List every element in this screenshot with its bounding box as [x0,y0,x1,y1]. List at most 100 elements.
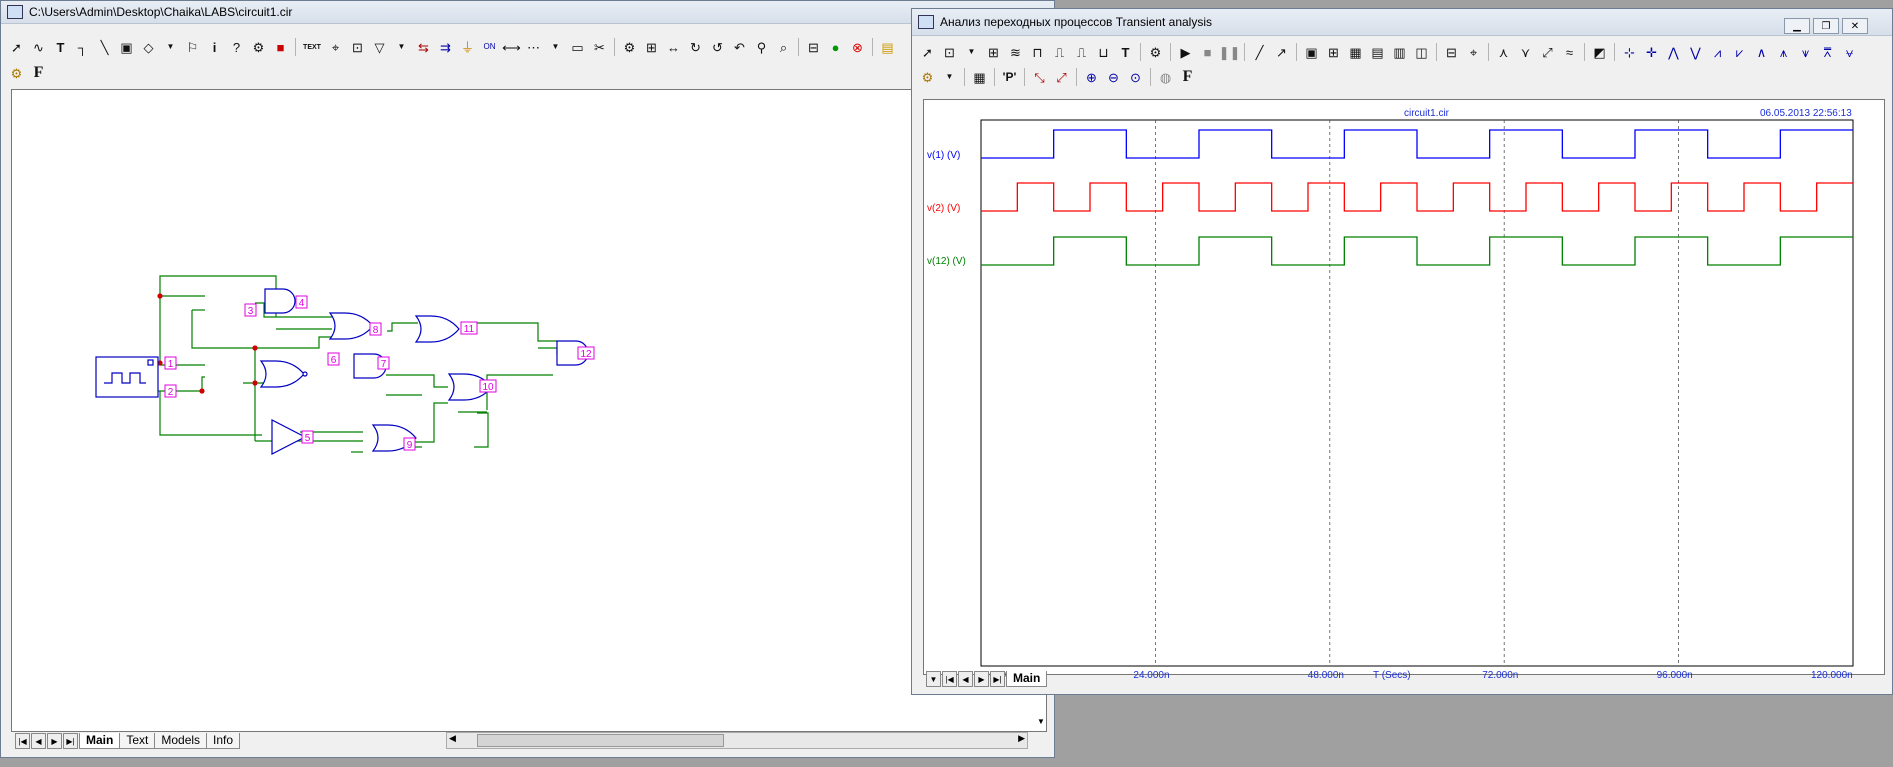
low-icon[interactable]: ⩗ [1730,43,1749,62]
crosshair-icon[interactable]: ⌖ [1464,43,1483,62]
font-button[interactable]: F [1178,68,1197,87]
scrollbar-thumb[interactable] [477,734,724,747]
palette-icon[interactable]: ◍ [1156,68,1175,87]
flip-icon[interactable]: ↔ [664,38,683,57]
help-icon[interactable]: ? [227,38,246,57]
properties-icon[interactable]: ⚙ [1146,43,1165,62]
tab-main[interactable]: Main [79,733,121,749]
pin-connection-icon[interactable]: ⟷ [502,38,521,57]
valley-icon[interactable]: ⋎ [1516,43,1535,62]
digital-icon[interactable]: ⎍ [1050,43,1069,62]
split-icon[interactable]: ⊟ [1442,43,1461,62]
step-icon[interactable]: ⎍ [1072,43,1091,62]
current-icon[interactable]: ⇉ [436,38,455,57]
dropdown-arrow-icon[interactable]: ▼ [926,671,941,687]
scale-icon[interactable]: ⊞ [984,43,1003,62]
top-icon[interactable]: ⩞ [1818,43,1837,62]
orthogonal-wire-icon[interactable]: ┐ [73,38,92,57]
dropdown-arrow-icon[interactable]: ▼ [392,38,411,57]
minimize-icon[interactable]: ▁ [1784,18,1810,34]
first-page-icon[interactable]: |◀ [15,733,30,749]
restore-icon[interactable]: ❐ [1813,18,1839,34]
layout-icon[interactable]: ⊞ [642,38,661,57]
text-tool-icon[interactable]: T [51,38,70,57]
grid-full-icon[interactable]: ▦ [1346,43,1365,62]
grid-icon[interactable]: ⋯ [524,38,543,57]
select-arrow-icon[interactable]: ➚ [7,38,26,57]
dropdown-arrow-icon[interactable]: ▼ [940,68,959,87]
scroll-left-icon[interactable]: ◀ [449,733,456,744]
horizontal-scrollbar[interactable]: ◀ ▶ [446,732,1028,749]
color-icon[interactable]: ■ [271,38,290,57]
run-icon[interactable]: ● [826,38,845,57]
first-page-icon[interactable]: |◀ [942,671,957,687]
bus-icon[interactable]: ⊓ [1028,43,1047,62]
text-tool-icon[interactable]: T [1116,43,1135,62]
info-icon[interactable]: i [205,38,224,57]
zoom-fit-icon[interactable]: ⊙ [1126,68,1145,87]
plot-area[interactable]: circuit1.cir 06.05.2013 22:56:13 v(1) (V… [923,99,1885,681]
columns-icon[interactable]: ◫ [1412,43,1431,62]
schematic-canvas[interactable]: 1 2 3 4 5 6 7 8 9 10 11 12 [11,89,1047,732]
select-arrow-icon[interactable]: ➚ [918,43,937,62]
font-button[interactable]: F [29,64,48,83]
pause-icon[interactable]: ❚❚ [1219,43,1241,62]
slope-icon[interactable]: ⤢ [1538,43,1557,62]
wire-wave-icon[interactable]: ∿ [29,38,48,57]
cursor-right-icon[interactable]: ✛ [1642,43,1661,62]
global-low-icon[interactable]: ⩛ [1796,43,1815,62]
mirror-icon[interactable]: ↺ [708,38,727,57]
bottom-icon[interactable]: ⩝ [1840,43,1859,62]
zoom-out-icon[interactable]: ⊖ [1104,68,1123,87]
component-icon[interactable]: ▣ [117,38,136,57]
tab-main[interactable]: Main [1006,671,1048,687]
flag-icon[interactable]: ⚐ [183,38,202,57]
polygon-icon[interactable]: ◇ [139,38,158,57]
play-icon[interactable]: ▶ [1176,43,1195,62]
properties-icon[interactable]: ⚙ [620,38,639,57]
rotate-icon[interactable]: ↻ [686,38,705,57]
arrow-line-icon[interactable]: ↗ [1272,43,1291,62]
dropdown-arrow-icon[interactable]: ▼ [546,38,565,57]
binoculars-icon[interactable]: ⚲ [752,38,771,57]
grid-h-icon[interactable]: ▤ [1368,43,1387,62]
valley-next-icon[interactable]: ⋁ [1686,43,1705,62]
grid-v-icon[interactable]: ▥ [1390,43,1409,62]
window-icon[interactable]: ▤ [878,38,897,57]
undo-icon[interactable]: ↶ [730,38,749,57]
close-icon[interactable]: ✕ [1842,18,1868,34]
power-icon[interactable]: ⏚ [458,38,477,57]
presentation-icon[interactable]: ⊟ [804,38,823,57]
last-page-icon[interactable]: ▶| [990,671,1005,687]
stop-icon[interactable]: ⊗ [848,38,867,57]
wire-cut-icon[interactable]: ✂ [590,38,609,57]
x-axis-icon[interactable]: ⤡ [1030,68,1049,87]
gear-icon[interactable]: ⚙ [7,64,26,83]
box-icon[interactable]: ▣ [1302,43,1321,62]
text-label-button[interactable]: TEXT [301,38,323,57]
scope-icon[interactable]: ⊡ [348,38,367,57]
inflection-icon[interactable]: ∧ [1752,43,1771,62]
next-page-icon[interactable]: ▶ [47,733,62,749]
global-high-icon[interactable]: ⩚ [1774,43,1793,62]
y-axis-icon[interactable]: ⤢ [1052,68,1071,87]
wave-approx-icon[interactable]: ≈ [1560,43,1579,62]
tab-text[interactable]: Text [119,733,156,749]
wave-icon[interactable]: ≋ [1006,43,1025,62]
grid-icon[interactable]: ⊞ [1324,43,1343,62]
line-icon[interactable]: ╱ [1250,43,1269,62]
dropdown-arrow-icon[interactable]: ▼ [962,43,981,62]
table-icon[interactable]: ▦ [970,68,989,87]
trace-label-v12[interactable]: v(12) (V) [927,256,966,267]
circuit-diagram[interactable]: 123456 789101112 [12,90,1046,731]
pulse-generator[interactable] [95,356,159,398]
node-voltage-icon[interactable]: ⇆ [414,38,433,57]
p-label-button[interactable]: 'P' [1000,68,1019,87]
prev-page-icon[interactable]: ◀ [958,671,973,687]
peak-next-icon[interactable]: ⋀ [1664,43,1683,62]
prev-page-icon[interactable]: ◀ [31,733,46,749]
high-icon[interactable]: ⩘ [1708,43,1727,62]
scroll-right-icon[interactable]: ▶ [1018,733,1025,744]
zoom-in-icon[interactable]: ⊕ [1082,68,1101,87]
filter-icon[interactable]: ▽ [370,38,389,57]
